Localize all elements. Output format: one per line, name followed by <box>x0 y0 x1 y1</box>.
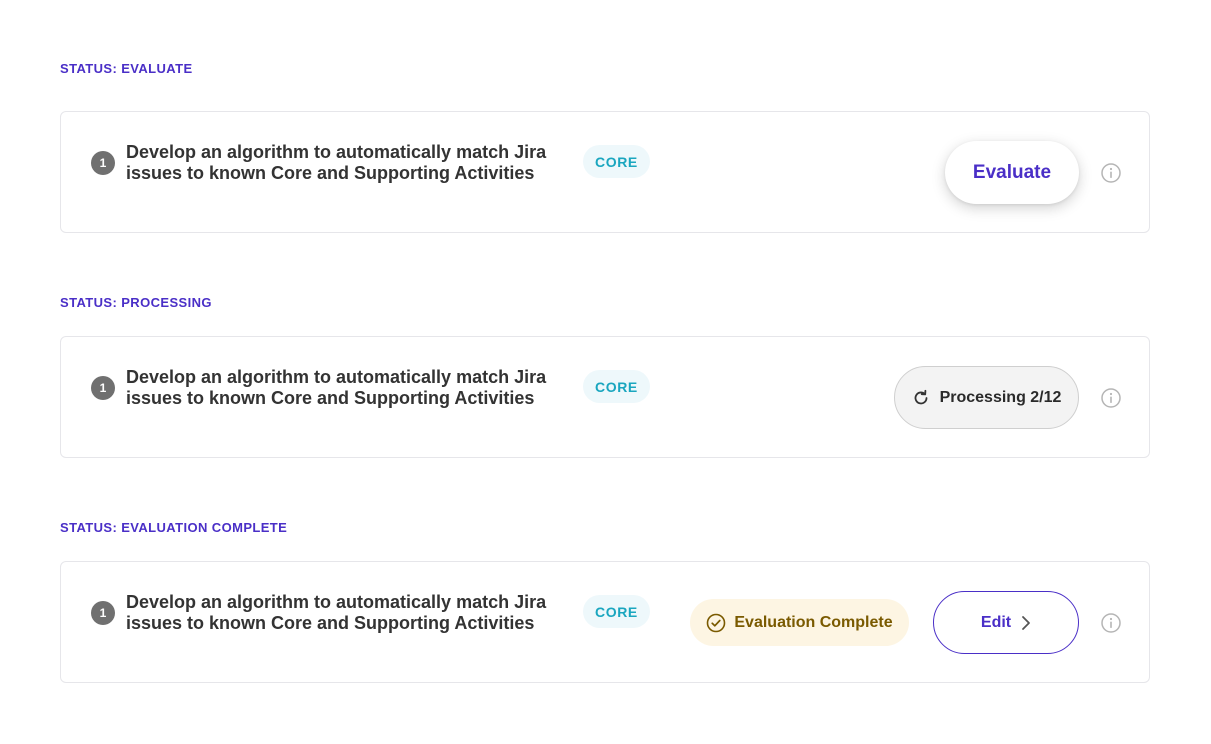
info-circle-icon[interactable] <box>1100 612 1122 634</box>
evaluation-complete-status: Evaluation Complete <box>690 599 909 646</box>
section-status-label: STATUS: EVALUATE <box>60 61 193 76</box>
task-title: Develop an algorithm to automatically ma… <box>126 367 547 408</box>
step-number-badge: 1 <box>91 151 115 175</box>
step-number-badge: 1 <box>91 601 115 625</box>
refresh-icon <box>912 389 930 407</box>
core-badge: CORE <box>583 145 650 178</box>
section-status-label: STATUS: PROCESSING <box>60 295 212 310</box>
core-badge: CORE <box>583 370 650 403</box>
task-card-complete: 1 Develop an algorithm to automatically … <box>60 561 1150 683</box>
core-badge: CORE <box>583 595 650 628</box>
section-status-label: STATUS: EVALUATION COMPLETE <box>60 520 288 535</box>
task-title: Develop an algorithm to automatically ma… <box>126 142 547 183</box>
evaluate-button[interactable]: Evaluate <box>945 141 1079 204</box>
step-number-badge: 1 <box>91 376 115 400</box>
task-card-evaluate: 1 Develop an algorithm to automatically … <box>60 111 1150 233</box>
task-title: Develop an algorithm to automatically ma… <box>126 592 547 633</box>
processing-label: Processing 2/12 <box>939 388 1062 406</box>
info-circle-icon[interactable] <box>1100 162 1122 184</box>
chevron-right-icon <box>1021 615 1031 631</box>
edit-button[interactable]: Edit <box>933 591 1079 654</box>
check-circle-icon <box>706 613 726 633</box>
page: STATUS: EVALUATE 1 Develop an algorithm … <box>0 0 1211 744</box>
evaluation-complete-label: Evaluation Complete <box>734 613 893 631</box>
info-circle-icon[interactable] <box>1100 387 1122 409</box>
edit-label: Edit <box>980 613 1012 631</box>
processing-button[interactable]: Processing 2/12 <box>894 366 1079 429</box>
task-card-processing: 1 Develop an algorithm to automatically … <box>60 336 1150 458</box>
